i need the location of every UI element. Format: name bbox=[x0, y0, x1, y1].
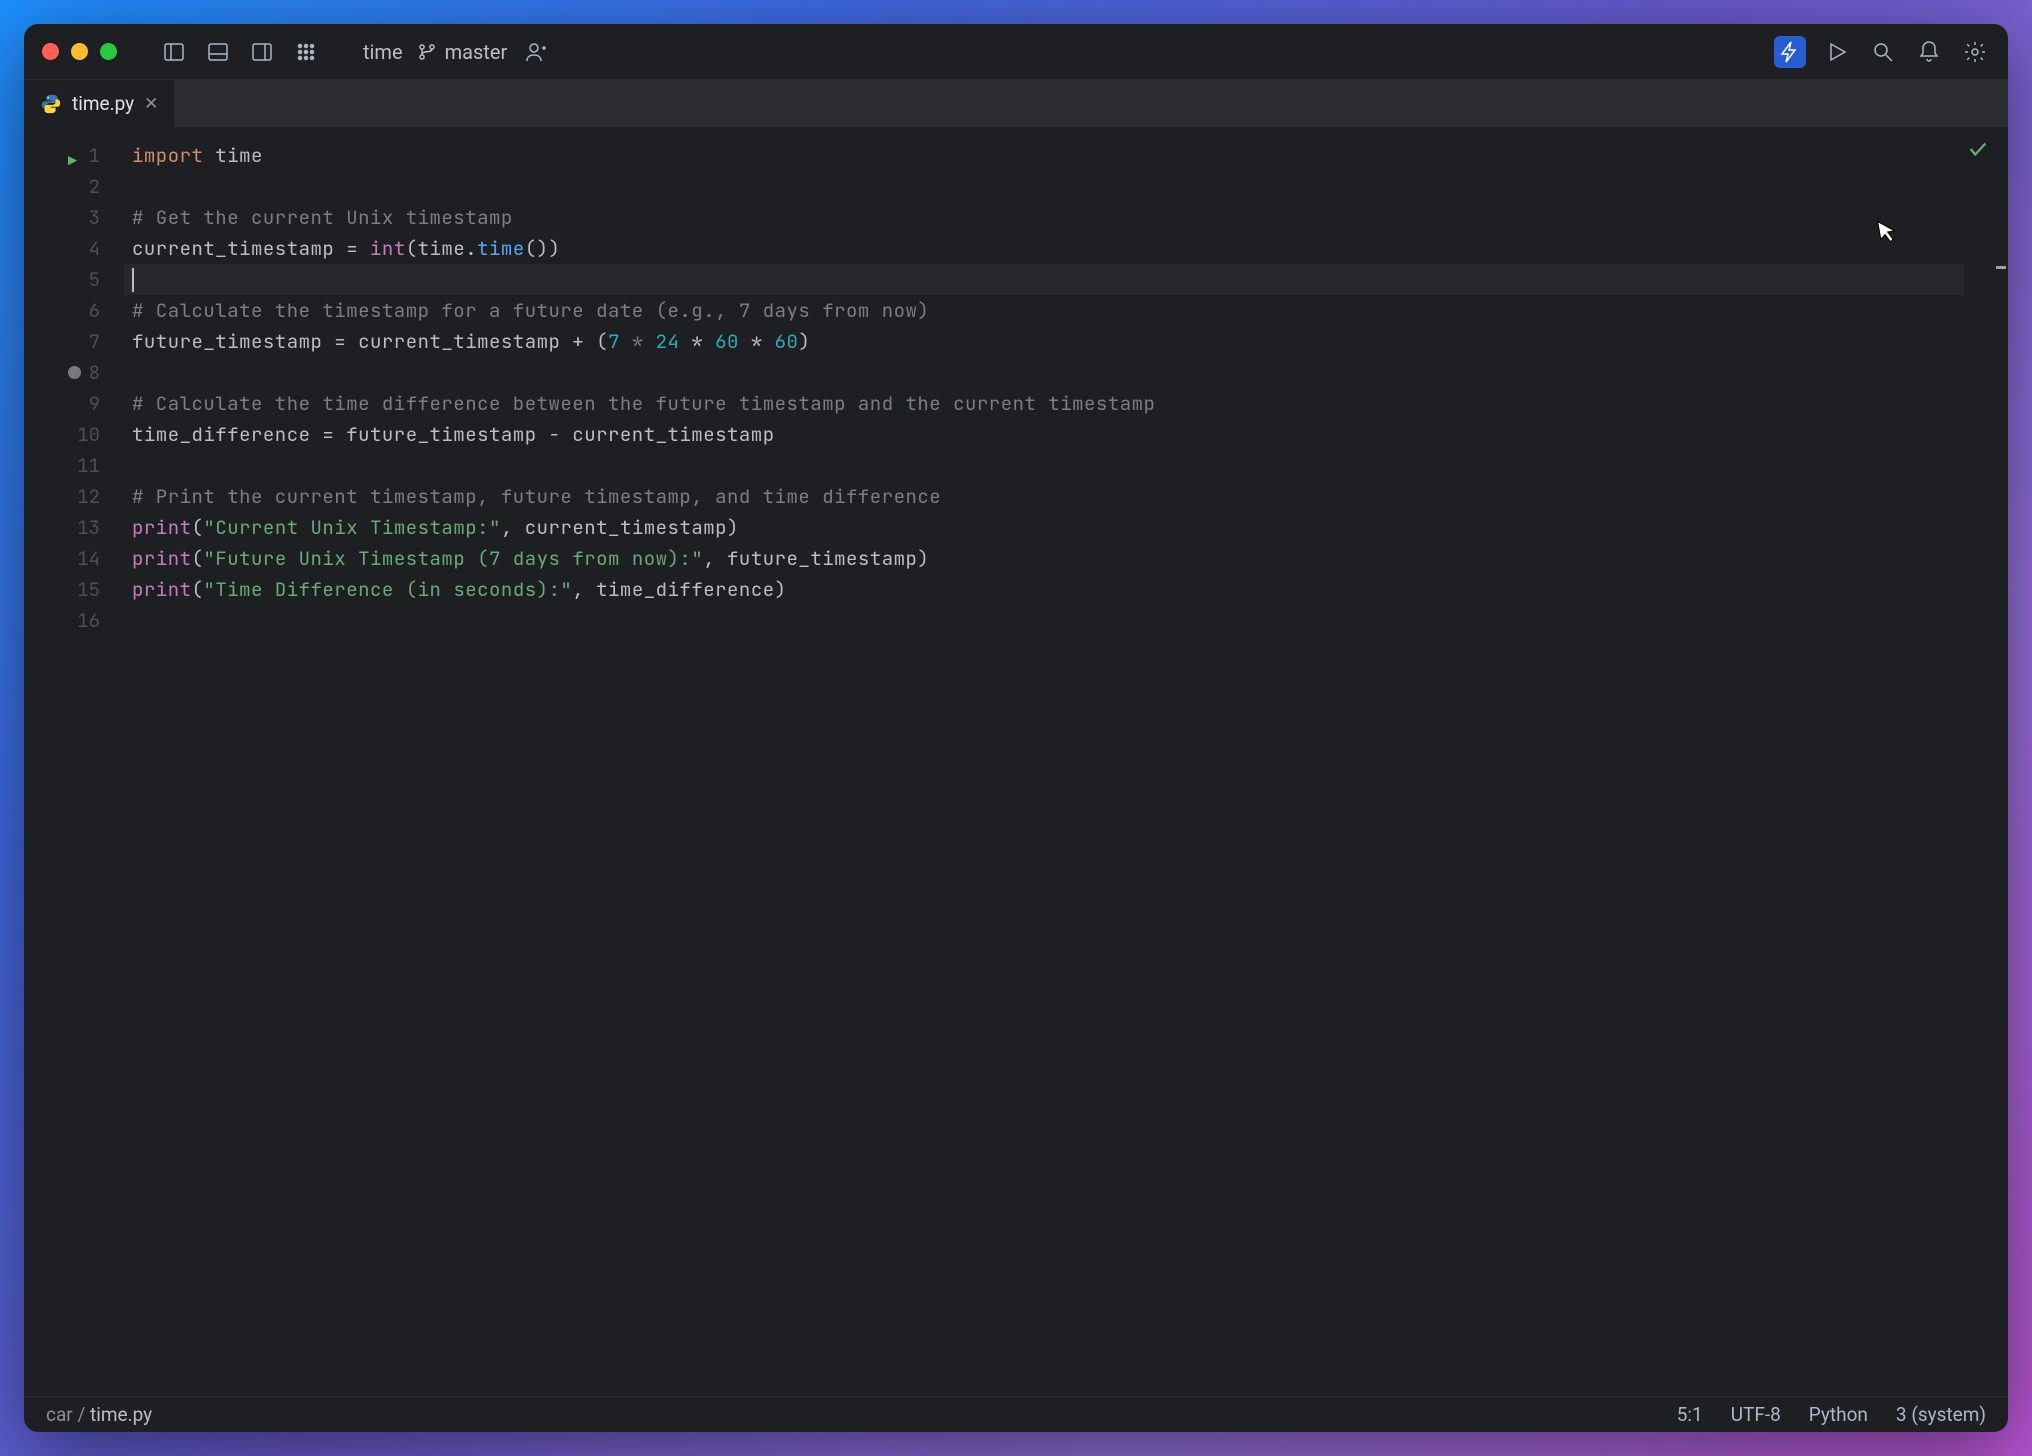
right-panel-icon[interactable] bbox=[247, 37, 277, 67]
settings-icon[interactable] bbox=[1960, 37, 1990, 67]
git-branch[interactable]: master bbox=[417, 40, 508, 64]
notifications-icon[interactable] bbox=[1914, 37, 1944, 67]
line-number[interactable]: 4 bbox=[24, 233, 124, 264]
line-number[interactable]: 6 bbox=[24, 295, 124, 326]
code-line[interactable] bbox=[124, 264, 1964, 295]
code-line[interactable]: # Get the current Unix timestamp bbox=[124, 202, 1964, 233]
statusbar: car / time.py 5:1 UTF-8 Python 3 (system… bbox=[24, 1396, 2008, 1432]
branch-name: master bbox=[445, 40, 508, 64]
breakpoint-slot[interactable] bbox=[68, 366, 81, 379]
window-controls bbox=[42, 43, 117, 60]
interpreter[interactable]: 3 (system) bbox=[1896, 1403, 1986, 1426]
grid-menu-icon[interactable] bbox=[291, 37, 321, 67]
add-collaborator-icon[interactable] bbox=[521, 37, 551, 67]
code-line[interactable] bbox=[124, 357, 1964, 388]
code-line[interactable]: print("Time Difference (in seconds):", t… bbox=[124, 574, 1964, 605]
code-line[interactable]: print("Current Unix Timestamp:", current… bbox=[124, 512, 1964, 543]
line-number[interactable]: 8 bbox=[24, 357, 124, 388]
line-number[interactable]: 10 bbox=[24, 419, 124, 450]
language-mode[interactable]: Python bbox=[1809, 1403, 1868, 1426]
minimize-window-button[interactable] bbox=[71, 43, 88, 60]
code-line[interactable] bbox=[124, 450, 1964, 481]
line-number[interactable]: 15 bbox=[24, 574, 124, 605]
bottom-panel-icon[interactable] bbox=[203, 37, 233, 67]
search-icon[interactable] bbox=[1868, 37, 1898, 67]
code-line[interactable]: print("Future Unix Timestamp (7 days fro… bbox=[124, 543, 1964, 574]
gutter[interactable]: 1▶2345678910111213141516 bbox=[24, 128, 124, 1396]
editor[interactable]: 1▶2345678910111213141516 import time # Ge… bbox=[24, 128, 2008, 1396]
cursor-position[interactable]: 5:1 bbox=[1677, 1403, 1703, 1426]
code-line[interactable]: future_timestamp = current_timestamp + (… bbox=[124, 326, 1964, 357]
ai-assistant-icon[interactable] bbox=[1774, 36, 1806, 68]
tab-time-py[interactable]: time.py ✕ bbox=[24, 80, 174, 127]
line-number[interactable]: 11 bbox=[24, 450, 124, 481]
line-number[interactable]: 2 bbox=[24, 171, 124, 202]
ide-window: time master time.py ✕ 1▶2345678910111213… bbox=[24, 24, 2008, 1432]
line-number[interactable]: 9 bbox=[24, 388, 124, 419]
code-line[interactable]: # Print the current timestamp, future ti… bbox=[124, 481, 1964, 512]
line-number[interactable]: 13 bbox=[24, 512, 124, 543]
breadcrumb-file: time.py bbox=[90, 1403, 152, 1426]
left-panel-icon[interactable] bbox=[159, 37, 189, 67]
scroll-markers[interactable] bbox=[1992, 128, 2008, 1396]
inspection-column bbox=[1964, 128, 1992, 1396]
caret-marker bbox=[1996, 266, 2006, 269]
code-line[interactable]: # Calculate the timestamp for a future d… bbox=[124, 295, 1964, 326]
code-line[interactable] bbox=[124, 171, 1964, 202]
project-name[interactable]: time bbox=[363, 40, 403, 64]
line-number[interactable]: 7 bbox=[24, 326, 124, 357]
line-number[interactable]: 14 bbox=[24, 543, 124, 574]
tab-filename: time.py bbox=[72, 92, 134, 115]
code-line[interactable]: import time bbox=[124, 140, 1964, 171]
maximize-window-button[interactable] bbox=[100, 43, 117, 60]
line-number[interactable]: 16 bbox=[24, 605, 124, 636]
encoding[interactable]: UTF-8 bbox=[1731, 1403, 1781, 1426]
editor-tabs: time.py ✕ bbox=[24, 80, 2008, 128]
run-icon[interactable] bbox=[1822, 37, 1852, 67]
close-window-button[interactable] bbox=[42, 43, 59, 60]
breadcrumb[interactable]: car / time.py bbox=[46, 1403, 152, 1426]
line-number[interactable]: 1▶ bbox=[24, 140, 124, 171]
code-line[interactable] bbox=[124, 605, 1964, 636]
line-number[interactable]: 5 bbox=[24, 264, 124, 295]
code-area[interactable]: import time # Get the current Unix timest… bbox=[124, 128, 1964, 1396]
breadcrumb-separator: / bbox=[77, 1403, 90, 1426]
code-line[interactable]: # Calculate the time difference between … bbox=[124, 388, 1964, 419]
line-number[interactable]: 12 bbox=[24, 481, 124, 512]
code-line[interactable]: time_difference = future_timestamp - cur… bbox=[124, 419, 1964, 450]
branch-icon bbox=[417, 42, 437, 62]
line-number[interactable]: 3 bbox=[24, 202, 124, 233]
check-icon[interactable] bbox=[1967, 138, 1989, 160]
code-line[interactable]: current_timestamp = int(time.time()) bbox=[124, 233, 1964, 264]
titlebar: time master bbox=[24, 24, 2008, 80]
python-file-icon bbox=[40, 93, 62, 115]
close-tab-icon[interactable]: ✕ bbox=[144, 94, 158, 114]
breadcrumb-folder: car bbox=[46, 1403, 73, 1426]
